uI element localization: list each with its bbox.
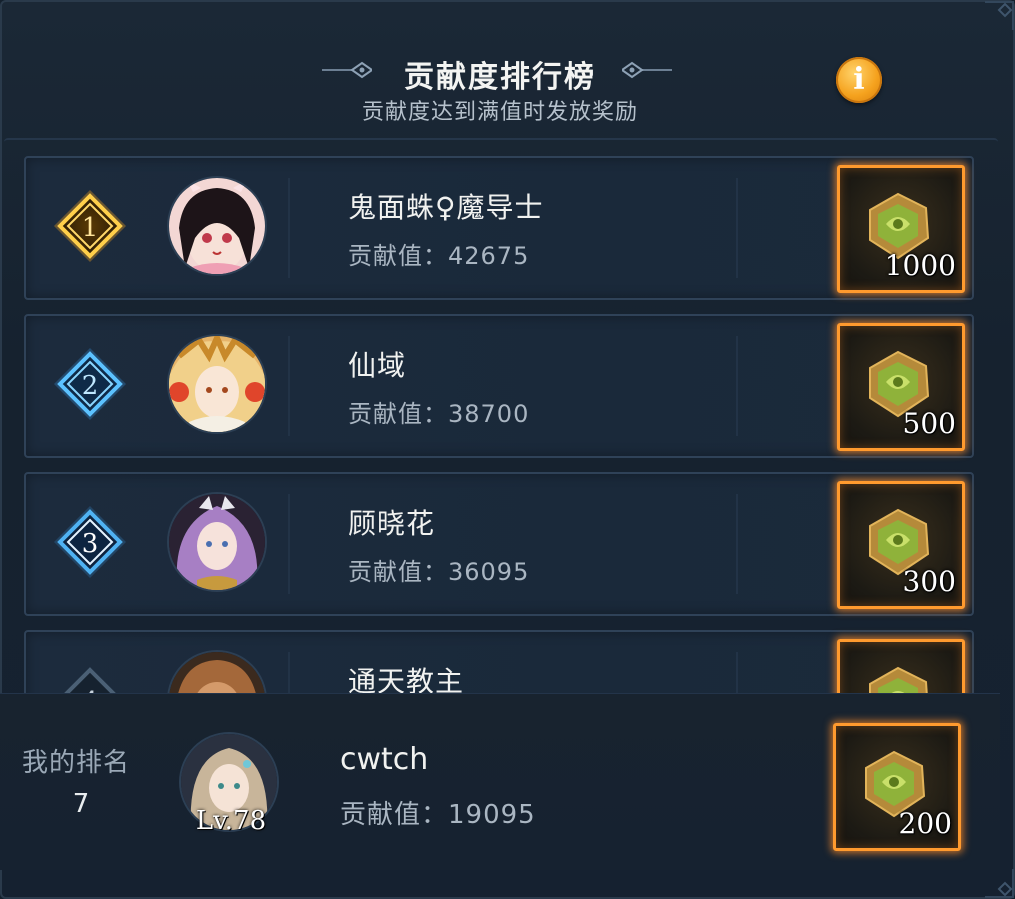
my-ranking-bar: 我的排名 7 Lv.78 cwtch 贡献值：19095 200 [0,693,1000,870]
avatar-girl-icon [169,178,265,274]
rank-1-gold-badge-icon: 1 [54,190,126,262]
reward-quantity: 200 [898,807,952,840]
player-name: 通天教主 [348,665,465,696]
contribution-value: 贡献值：38700 [348,400,530,428]
my-reward-item[interactable]: 200 [833,723,961,851]
title-ornament-right-icon [622,61,672,79]
avatar[interactable] [169,652,265,696]
rank-number: 1 [82,213,99,243]
player-name: 仙域 [348,349,407,382]
info-icon: i [853,62,865,97]
rank-4-gray-badge-icon: 4 [61,667,119,696]
avatar[interactable] [169,336,265,432]
avatar[interactable] [169,494,265,590]
rank-number: 2 [82,371,99,401]
row-divider [288,652,290,696]
rank-3-blue-badge-icon: 3 [54,506,126,578]
my-player-name: cwtch [340,742,429,777]
reward-item[interactable] [837,639,965,696]
reward-item[interactable]: 1000 [837,165,965,293]
my-contribution-value: 贡献值：19095 [340,800,536,830]
reward-quantity: 500 [902,407,956,440]
ranking-row[interactable]: 4 通天教主 [24,630,974,696]
row-divider [736,652,738,696]
row-divider [288,336,290,436]
row-divider [288,494,290,594]
avatar-lion-icon [169,652,265,696]
row-divider [288,178,290,278]
ranking-list[interactable]: 1 鬼面蛛♀魔导士 贡献值：42675 1000 2 仙域 贡献值：38700 … [4,138,998,696]
my-rank-label: 我的排名 [22,748,131,778]
leaderboard-panel: 贡献度排行榜 贡献度达到满值时发放奖励 i 1 鬼面蛛♀魔导士 贡献值：4267… [0,0,1015,899]
row-divider [736,178,738,278]
avatar-golden-icon [169,336,265,432]
contribution-value: 贡献值：42675 [348,242,530,270]
reward-item[interactable]: 300 [837,481,965,609]
ranking-row[interactable]: 1 鬼面蛛♀魔导士 贡献值：42675 1000 [24,156,974,300]
info-button[interactable]: i [836,57,882,103]
avatar[interactable] [169,178,265,274]
player-level: Lv.78 [195,806,267,836]
corner-ornament-icon [985,1,1014,30]
header: 贡献度排行榜 贡献度达到满值时发放奖励 i [0,40,1000,140]
row-divider [736,494,738,594]
green-gem-icon [869,666,928,696]
my-rank-number: 7 [72,789,90,819]
rank-number: 3 [82,529,99,559]
reward-item[interactable]: 500 [837,323,965,451]
ranking-row[interactable]: 2 仙域 贡献值：38700 500 [24,314,974,458]
player-name: 顾晓花 [348,507,436,540]
reward-quantity: 300 [902,565,956,598]
ranking-row[interactable]: 3 顾晓花 贡献值：36095 300 [24,472,974,616]
avatar-purple-hair-icon [169,494,265,590]
rank-2-blue-badge-icon: 2 [54,348,126,420]
reward-quantity: 1000 [884,249,956,282]
contribution-value: 贡献值：36095 [348,558,530,586]
player-name: 鬼面蛛♀魔导士 [348,191,544,224]
row-divider [736,336,738,436]
